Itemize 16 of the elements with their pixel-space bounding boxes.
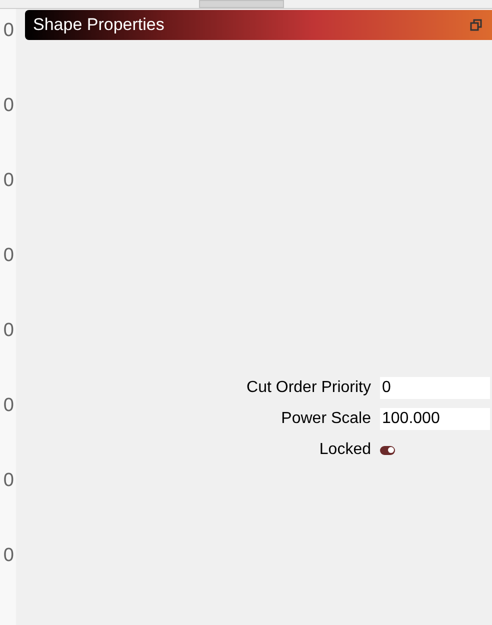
restore-icon[interactable] xyxy=(470,19,482,31)
number-field[interactable]: 100.000 xyxy=(380,408,490,430)
ruler-label: 0 xyxy=(3,394,14,417)
toggle-switch[interactable] xyxy=(380,446,395,454)
number-field[interactable]: 0 xyxy=(380,377,490,399)
ruler-label: 0 xyxy=(3,544,14,567)
ruler-label: 0 xyxy=(3,319,14,342)
ruler-label: 0 xyxy=(3,469,14,492)
ruler-label: 0 xyxy=(3,244,14,267)
ruler-label: 0 xyxy=(3,169,14,192)
panel-title: Shape Properties xyxy=(33,14,164,36)
field-label: Power Scale xyxy=(280,409,372,429)
ruler-label: 0 xyxy=(3,19,14,42)
field-label: Cut Order Priority xyxy=(246,378,372,398)
ruler-label: 0 xyxy=(3,94,14,117)
field-label: Locked xyxy=(318,440,372,460)
